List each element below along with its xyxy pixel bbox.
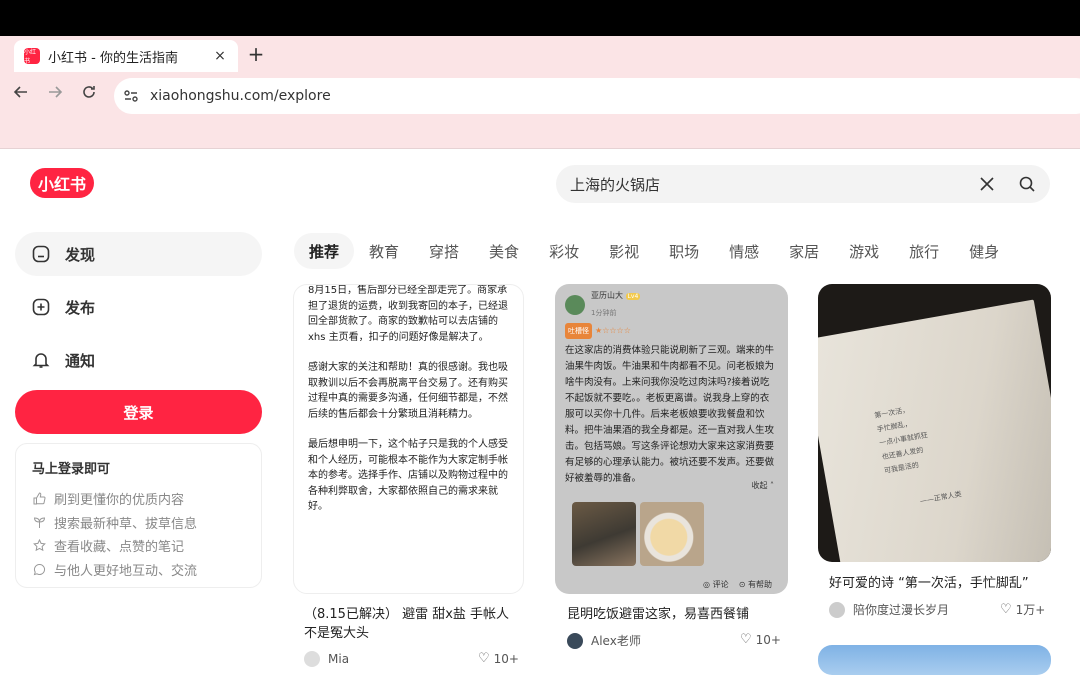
- like-number: 10+: [493, 651, 519, 666]
- avatar: [829, 601, 845, 618]
- tab-makeup[interactable]: 彩妆: [534, 233, 594, 269]
- benefit-text: 搜索最新种草、拔草信息: [54, 516, 198, 532]
- site-settings-icon[interactable]: [122, 87, 140, 105]
- discover-icon: [31, 244, 51, 264]
- tab-career[interactable]: 职场: [654, 233, 714, 269]
- review-text: 在这家店的消费体验只能说刷新了三观。端来的牛油果牛肉饭。牛油果和牛肉都看不见。问…: [565, 345, 775, 484]
- clear-search-icon[interactable]: [976, 173, 998, 195]
- review-header: 亚历山大 Lv4 1分钟前: [565, 288, 775, 321]
- note-paragraph: 8月15日，售后部分已经全部走完了。商家承担了退货的运费，收到我寄回的本子，已经…: [308, 285, 508, 343]
- sprout-icon: [32, 515, 46, 529]
- tab-emotion[interactable]: 情感: [714, 233, 774, 269]
- sidebar-item-label: 发布: [65, 298, 96, 317]
- benefit-item: 刷到更懂你的优质内容: [32, 487, 245, 511]
- xiaohongshu-logo[interactable]: 小红书: [30, 168, 94, 198]
- note-author[interactable]: Alex老师: [567, 632, 641, 649]
- browser-chrome: 小红书 小红书 - 你的生活指南 × + xiaohongshu.com/exp…: [0, 36, 1080, 148]
- sidebar-item-publish[interactable]: 发布: [15, 285, 262, 329]
- login-benefits-card: 马上登录即可 刷到更懂你的优质内容 搜索最新种草、拔草信息 查看收藏、点赞的笔记…: [15, 443, 262, 588]
- note-paragraph: 感谢大家的关注和帮助！真的很感谢。我也吸取教训以后不会再脱离平台交易了。还有购买…: [308, 362, 508, 420]
- like-count[interactable]: ♡ 1万+: [1000, 601, 1045, 618]
- tab-travel[interactable]: 旅行: [894, 233, 954, 269]
- thumbs-up-icon: [32, 492, 46, 506]
- sidebar-item-label: 发现: [65, 245, 96, 264]
- reviewer-tag: 吐槽怪: [565, 323, 592, 339]
- restaurant-photo: [572, 502, 636, 566]
- heart-icon: ♡: [1000, 602, 1012, 617]
- note-title[interactable]: 好可爱的诗 “第一次活，手忙脚乱”: [829, 574, 1043, 593]
- tab-title: 小红书 - 你的生活指南: [48, 50, 178, 66]
- close-tab-icon[interactable]: ×: [212, 48, 228, 64]
- browser-nav-row: xiaohongshu.com/explore: [0, 76, 1080, 114]
- tab-home[interactable]: 家居: [774, 233, 834, 269]
- avatar: [304, 651, 320, 667]
- note-cover-text[interactable]: 8月15日，售后部分已经全部走完了。商家承担了退货的运费，收到我寄回的本子，已经…: [293, 284, 524, 594]
- chrome-divider: [0, 148, 1080, 149]
- author-name: Alex老师: [591, 634, 641, 648]
- note-paragraph: 最后想申明一下，这个帖子只是我的个人感受和个人经历，可能根本不能作为大家定制手帐…: [308, 439, 508, 512]
- note-title[interactable]: 昆明吃饭避雷这家，易喜西餐铺: [567, 605, 781, 624]
- like-number: 1万+: [1015, 603, 1046, 617]
- tab-film[interactable]: 影视: [594, 233, 654, 269]
- url-text: xiaohongshu.com/explore: [150, 88, 331, 104]
- back-arrow-icon[interactable]: [10, 84, 32, 105]
- chat-icon: [32, 562, 46, 576]
- benefit-text: 与他人更好地互动、交流: [54, 563, 198, 579]
- tab-outfit[interactable]: 穿搭: [414, 233, 474, 269]
- review-screenshot: 亚历山大 Lv4 1分钟前 吐槽怪 ★☆☆☆☆ 在这家店的消费体验只能说刷新了三…: [565, 288, 775, 487]
- benefit-item: 与他人更好地互动、交流: [32, 558, 245, 582]
- sidebar-item-discover[interactable]: 发现: [15, 232, 262, 276]
- tab-fitness[interactable]: 健身: [954, 233, 1014, 269]
- note-cover-sky[interactable]: [818, 645, 1051, 675]
- tab-recommend[interactable]: 推荐: [294, 233, 355, 269]
- dish-photo: [640, 502, 704, 566]
- reload-icon[interactable]: [78, 84, 100, 105]
- new-tab-button[interactable]: +: [246, 44, 266, 64]
- bell-icon: [31, 350, 51, 370]
- heart-icon: ♡: [740, 632, 752, 647]
- login-button[interactable]: 登录: [15, 390, 262, 434]
- benefit-text: 查看收藏、点赞的笔记: [54, 540, 185, 556]
- search-bar[interactable]: 上海的火锅店: [556, 165, 1050, 203]
- address-bar[interactable]: xiaohongshu.com/explore: [114, 78, 1080, 114]
- review-time: 1分钟前: [591, 309, 617, 317]
- search-icon[interactable]: [1016, 173, 1038, 195]
- sidebar-item-notifications[interactable]: 通知: [15, 338, 262, 382]
- browser-tab[interactable]: 小红书 小红书 - 你的生活指南 ×: [14, 40, 238, 72]
- benefit-item: 查看收藏、点赞的笔记: [32, 534, 245, 558]
- like-number: 10+: [755, 632, 781, 647]
- tab-games[interactable]: 游戏: [834, 233, 894, 269]
- forward-arrow-icon[interactable]: [44, 84, 66, 105]
- tab-education[interactable]: 教育: [354, 233, 414, 269]
- note-author[interactable]: 陪你度过漫长岁月: [829, 601, 949, 618]
- benefit-item: 搜索最新种草、拔草信息: [32, 511, 245, 535]
- star-icon: [32, 539, 46, 553]
- note-title[interactable]: （8.15已解决） 避雷 甜x盐 手帐人不是冤大头: [304, 605, 518, 643]
- note-author[interactable]: Mia: [304, 651, 349, 667]
- like-count[interactable]: ♡ 10+: [740, 632, 781, 647]
- reviewer-name: 亚历山大 Lv4: [591, 291, 641, 300]
- publish-icon: [31, 297, 51, 317]
- tab-food[interactable]: 美食: [474, 233, 534, 269]
- search-input[interactable]: 上海的火锅店: [570, 174, 958, 195]
- os-top-bar: [0, 0, 1080, 36]
- note-cover-review[interactable]: 亚历山大 Lv4 1分钟前 吐槽怪 ★☆☆☆☆ 在这家店的消费体验只能说刷新了三…: [555, 284, 788, 594]
- login-card-title: 马上登录即可: [32, 462, 111, 477]
- benefit-text: 刷到更懂你的优质内容: [54, 493, 185, 509]
- category-tabs: 推荐 教育 穿搭 美食 彩妆 影视 职场 情感 家居 游戏 旅行 健身: [294, 233, 1014, 269]
- xiaohongshu-favicon-icon: 小红书: [24, 48, 40, 65]
- review-actions: ◎ 评论 ⊙ 有帮助: [703, 580, 772, 589]
- avatar: [567, 632, 583, 649]
- note-cover-book[interactable]: 第一次活， 手忙脚乱， 一点小事就抓狂 也还善人发的 可我是活的 ——正常人类: [818, 284, 1051, 562]
- rating-stars-icon: ★☆☆☆☆: [595, 326, 631, 335]
- avatar: [565, 294, 585, 315]
- author-name: 陪你度过漫长岁月: [853, 603, 950, 617]
- sidebar-item-label: 通知: [65, 351, 96, 370]
- collapse-link: 收起 ˄: [751, 481, 774, 490]
